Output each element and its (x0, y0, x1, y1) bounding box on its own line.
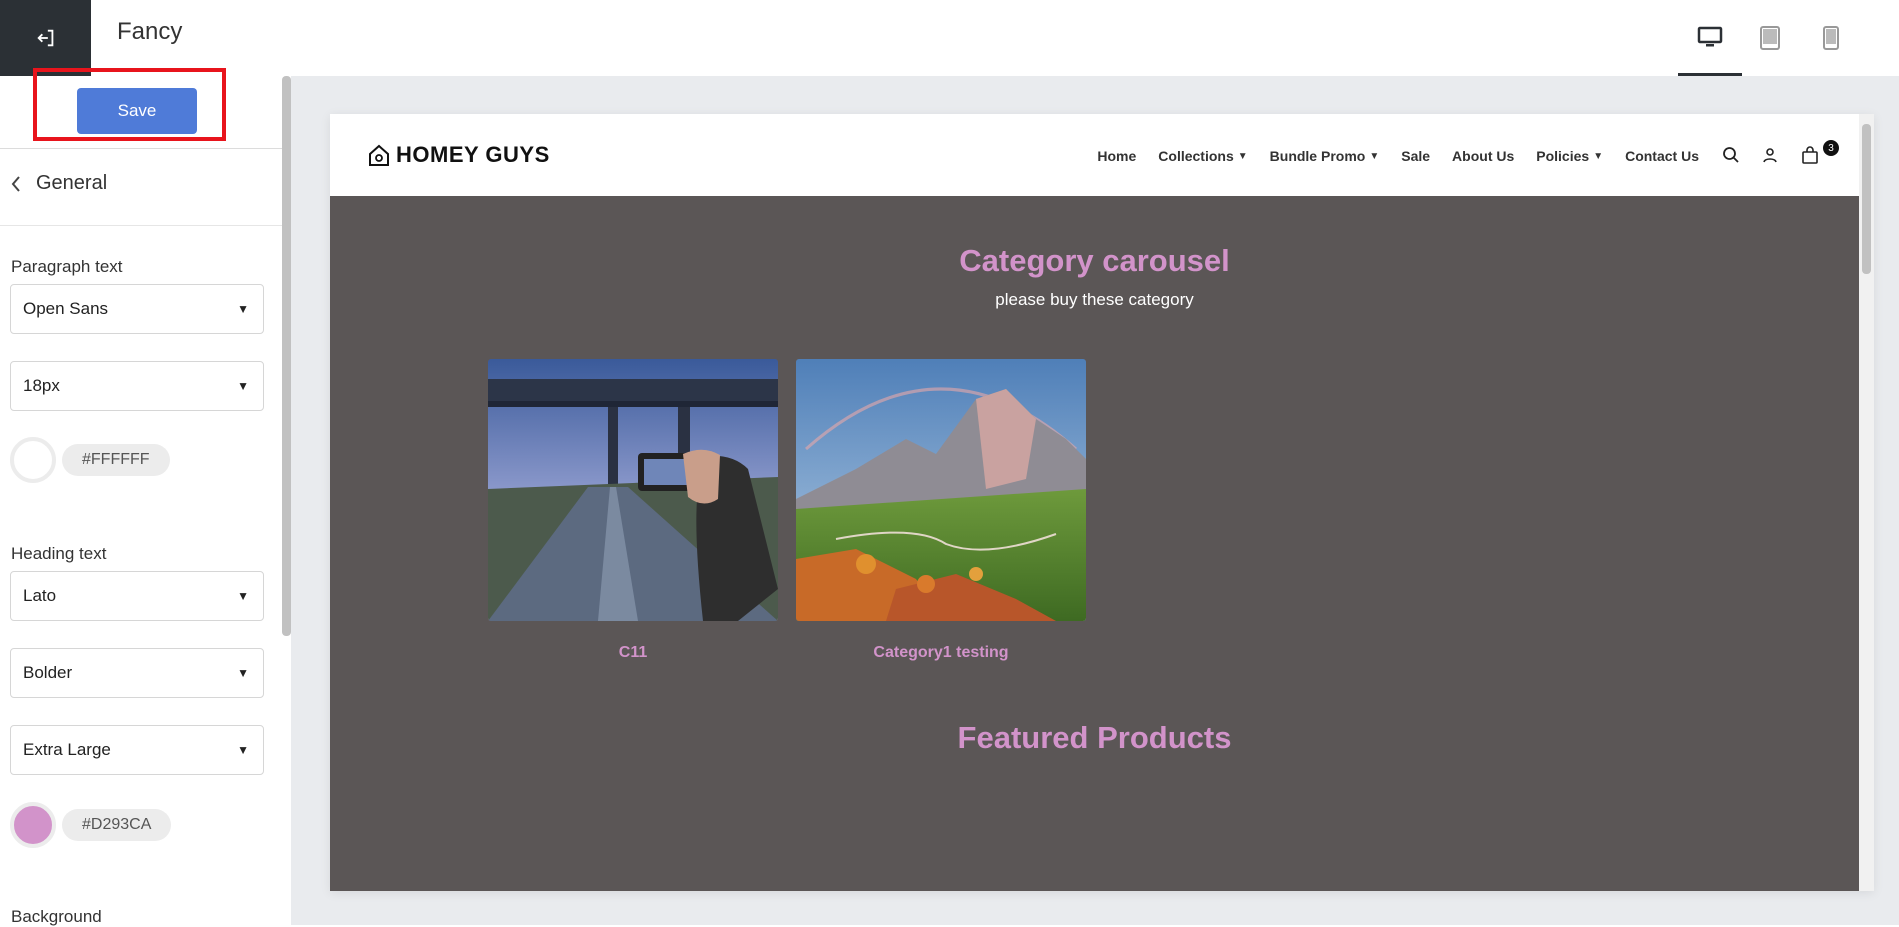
background-label: Background (11, 907, 102, 926)
settings-panel (0, 76, 291, 925)
store-nav: Home Collections ▼ Bundle Promo ▼ Sale Abo… (1097, 148, 1699, 164)
scrollbar-thumb[interactable] (1862, 124, 1871, 274)
heading-color-row: #D293CA (10, 802, 172, 848)
category-label[interactable]: C11 (488, 644, 778, 662)
shopping-bag-icon (1802, 146, 1818, 164)
caret-down-icon: ▼ (237, 589, 249, 603)
nav-label: Policies (1536, 148, 1590, 164)
nav-label: About Us (1452, 148, 1515, 164)
category-card-image[interactable] (796, 359, 1086, 621)
caret-down-icon: ▼ (1369, 150, 1380, 162)
nav-about-us[interactable]: About Us (1452, 148, 1514, 164)
paragraph-text-label: Paragraph text (11, 257, 123, 276)
select-value: Open Sans (23, 299, 109, 318)
select-value: Lato (23, 586, 57, 605)
select-value: Bolder (23, 663, 73, 682)
exit-icon (36, 29, 53, 47)
mobile-icon (1823, 26, 1839, 50)
tablet-view-button[interactable] (1738, 0, 1802, 76)
bridge-photo (488, 359, 778, 621)
heading-color-swatch[interactable] (10, 802, 56, 848)
search-button[interactable] (1719, 143, 1743, 167)
store-preview-frame: HOMEY GUYS Home Collections ▼ Bundle Prom… (330, 114, 1874, 891)
divider (0, 148, 284, 149)
nav-label: Collections (1158, 148, 1234, 164)
carousel-subtitle: please buy these category (995, 290, 1194, 309)
user-icon (1763, 148, 1777, 163)
desktop-icon (1697, 26, 1723, 46)
caret-down-icon: ▼ (1593, 150, 1604, 162)
nav-label: Sale (1401, 148, 1431, 164)
heading-size-select[interactable]: Extra Large ▼ (10, 725, 264, 775)
caret-down-icon: ▼ (237, 379, 249, 393)
account-button[interactable] (1758, 143, 1782, 167)
paragraph-font-select[interactable]: Open Sans ▼ (10, 284, 264, 334)
section-title: General (36, 172, 108, 194)
paragraph-size-select[interactable]: 18px ▼ (10, 361, 264, 411)
heading-weight-select[interactable]: Bolder ▼ (10, 648, 264, 698)
preview-scrollbar[interactable] (1859, 114, 1874, 891)
paragraph-color-hex[interactable]: #FFFFFF (62, 444, 170, 476)
store-header: HOMEY GUYS Home Collections ▼ Bundle Prom… (330, 114, 1859, 196)
chevron-left-icon (11, 175, 20, 192)
nav-contact-us[interactable]: Contact Us (1625, 148, 1699, 164)
cart-count-badge: 3 (1823, 140, 1839, 156)
store-logo[interactable]: HOMEY GUYS (368, 142, 550, 168)
exit-button[interactable] (0, 0, 91, 76)
category-label[interactable]: Category1 testing (796, 644, 1086, 662)
paragraph-color-row: #FFFFFF (10, 437, 170, 483)
carousel-title: Category carousel (959, 243, 1230, 278)
save-button[interactable]: Save (77, 88, 197, 134)
caret-down-icon: ▼ (237, 666, 249, 680)
nav-sale[interactable]: Sale (1401, 148, 1430, 164)
heading-text-label: Heading text (11, 544, 107, 563)
caret-down-icon: ▼ (237, 743, 249, 757)
nav-label: Home (1097, 148, 1137, 164)
nav-label: Contact Us (1625, 148, 1699, 164)
brand-name: HOMEY GUYS (396, 142, 550, 167)
back-to-general[interactable]: General (10, 172, 107, 195)
cart-button[interactable] (1798, 143, 1822, 167)
desktop-view-button[interactable] (1678, 0, 1742, 76)
mobile-view-button[interactable] (1799, 0, 1863, 76)
nav-home[interactable]: Home (1097, 148, 1136, 164)
category-card-image[interactable] (488, 359, 778, 621)
top-bar: Fancy (0, 0, 1899, 76)
theme-name: Fancy (117, 18, 183, 45)
heading-color-hex[interactable]: #D293CA (62, 809, 172, 841)
paragraph-color-swatch[interactable] (10, 437, 56, 483)
select-value: Extra Large (23, 740, 111, 759)
nav-bundle-promo[interactable]: Bundle Promo ▼ (1270, 148, 1380, 164)
divider (0, 225, 284, 226)
search-icon (1723, 147, 1739, 163)
mountain-photo (796, 359, 1086, 621)
nav-collections[interactable]: Collections ▼ (1158, 148, 1247, 164)
panel-scrollbar[interactable] (282, 76, 291, 636)
featured-products-title: Featured Products (957, 720, 1232, 755)
tablet-icon (1760, 26, 1780, 50)
heading-font-select[interactable]: Lato ▼ (10, 571, 264, 621)
house-icon (369, 144, 389, 166)
caret-down-icon: ▼ (237, 302, 249, 316)
nav-label: Bundle Promo (1269, 148, 1366, 164)
select-value: 18px (23, 376, 60, 395)
caret-down-icon: ▼ (1237, 150, 1248, 162)
nav-policies[interactable]: Policies ▼ (1536, 148, 1603, 164)
